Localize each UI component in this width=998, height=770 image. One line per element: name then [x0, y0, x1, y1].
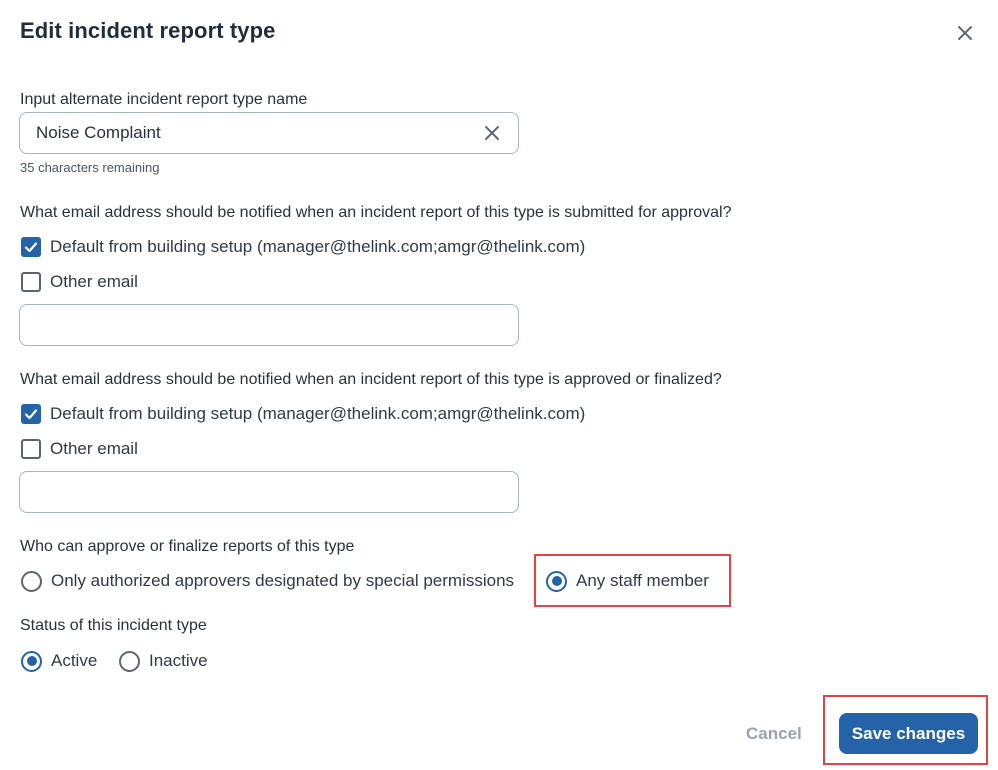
cancel-button[interactable]: Cancel — [746, 724, 802, 744]
approvers-option-authorized[interactable]: Only authorized approvers designated by … — [21, 570, 514, 592]
save-changes-button[interactable]: Save changes — [839, 713, 978, 754]
checkbox-checked-icon[interactable] — [21, 404, 41, 424]
submitted-default-label: Default from building setup (manager@the… — [50, 237, 586, 256]
status-option-active[interactable]: Active — [21, 650, 97, 672]
approved-default-option[interactable]: Default from building setup (manager@the… — [21, 403, 585, 425]
status-option-inactive-label: Inactive — [149, 651, 208, 670]
radio-selected-icon[interactable] — [546, 570, 567, 592]
submitted-other-email-input[interactable] — [36, 305, 476, 345]
status-option-active-label: Active — [51, 651, 98, 670]
name-field[interactable] — [19, 112, 519, 154]
name-field-label: Input alternate incident report type nam… — [20, 91, 308, 108]
approved-default-label: Default from building setup (manager@the… — [50, 404, 586, 423]
approvers-question: Who can approve or finalize reports of t… — [20, 538, 355, 555]
approved-question: What email address should be notified wh… — [20, 371, 722, 388]
approved-other-email-input[interactable] — [36, 472, 476, 512]
submitted-default-option[interactable]: Default from building setup (manager@the… — [21, 236, 585, 258]
close-icon[interactable] — [952, 20, 978, 46]
radio-unselected-icon[interactable] — [119, 650, 140, 672]
status-option-inactive[interactable]: Inactive — [119, 650, 208, 672]
characters-remaining: 35 characters remaining — [20, 160, 160, 175]
approved-other-email-field[interactable] — [19, 471, 519, 513]
radio-unselected-icon[interactable] — [21, 570, 42, 592]
radio-selected-icon[interactable] — [21, 650, 42, 672]
checkbox-unchecked-icon[interactable] — [21, 272, 41, 292]
checkbox-unchecked-icon[interactable] — [21, 439, 41, 459]
edit-incident-dialog: Edit incident report type Input alternat… — [0, 0, 998, 770]
status-question: Status of this incident type — [20, 617, 207, 634]
submitted-other-email-field[interactable] — [19, 304, 519, 346]
checkbox-checked-icon[interactable] — [21, 237, 41, 257]
approved-other-label: Other email — [50, 439, 138, 458]
submitted-other-label: Other email — [50, 272, 138, 291]
approved-other-option[interactable]: Other email — [21, 438, 138, 460]
approvers-option-authorized-label: Only authorized approvers designated by … — [51, 571, 515, 590]
name-input[interactable] — [36, 113, 476, 153]
clear-icon[interactable] — [482, 123, 502, 143]
submitted-other-option[interactable]: Other email — [21, 271, 138, 293]
dialog-title: Edit incident report type — [20, 18, 276, 43]
approvers-option-any-staff[interactable]: Any staff member — [546, 570, 709, 592]
approvers-option-any-staff-label: Any staff member — [576, 571, 709, 590]
submitted-question: What email address should be notified wh… — [20, 204, 732, 221]
